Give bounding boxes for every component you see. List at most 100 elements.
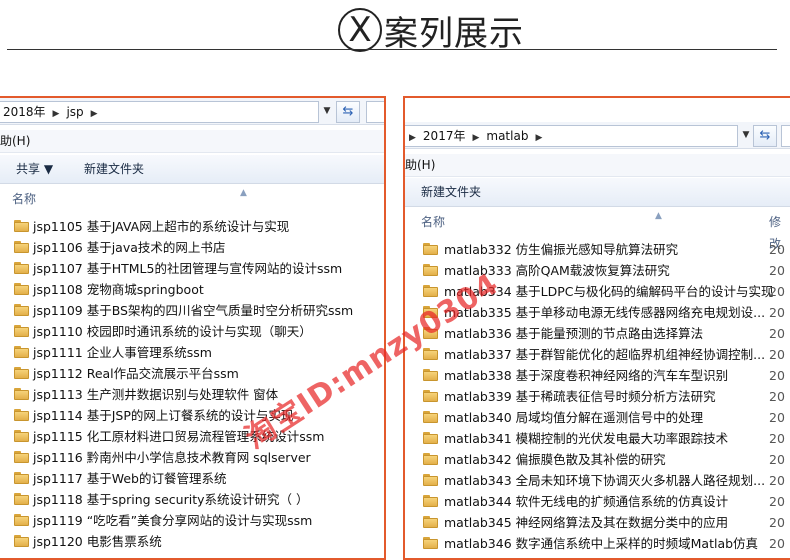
list-item[interactable]: jsp1119 “吃吃看”美食分享网站的设计与实现ssm <box>0 510 384 531</box>
modified-date: 20 <box>769 326 785 341</box>
folder-icon <box>14 409 29 421</box>
folder-icon <box>423 411 438 423</box>
refresh-icon: ⇆ <box>759 128 771 143</box>
breadcrumb-arrow-icon[interactable]: ▶ <box>87 109 102 119</box>
folder-icon <box>14 535 29 547</box>
list-item[interactable]: matlab340 局域均值分解在遥测信号中的处理 20 <box>405 407 790 428</box>
address-bar: 2018年 ▶ jsp ▶ ▼ ⇆ <box>0 98 384 125</box>
modified-date: 20 <box>769 347 785 362</box>
folder-icon <box>14 241 29 253</box>
folder-icon <box>14 262 29 274</box>
folder-name: jsp1107 基于HTML5的社团管理与宣传网站的设计ssm <box>33 261 343 276</box>
new-folder-button[interactable]: 新建文件夹 <box>421 178 481 206</box>
list-item[interactable]: jsp1107 基于HTML5的社团管理与宣传网站的设计ssm <box>0 258 384 279</box>
list-item[interactable]: matlab338 基于深度卷积神经网络的汽车车型识别 20 <box>405 365 790 386</box>
list-item[interactable]: matlab339 基于稀疏表征信号时频分析方法研究 20 <box>405 386 790 407</box>
list-item[interactable]: matlab341 模糊控制的光伏发电最大功率跟踪技术 20 <box>405 428 790 449</box>
folder-icon <box>14 283 29 295</box>
address-path[interactable]: ▶ 2017年 ▶ matlab ▶ <box>405 125 738 147</box>
list-item[interactable]: matlab344 软件无线电的扩频通信系统的仿真设计 20 <box>405 491 790 512</box>
breadcrumb-year[interactable]: 2018年 <box>0 105 49 119</box>
folder-icon <box>14 451 29 463</box>
column-name-header[interactable]: 名称 <box>12 188 36 210</box>
address-path[interactable]: 2018年 ▶ jsp ▶ <box>0 101 319 123</box>
list-item[interactable]: matlab345 神经网络算法及其在数据分类中的应用 20 <box>405 512 790 533</box>
modified-date: 20 <box>769 305 785 320</box>
folder-name: jsp1112 Real作品交流展示平台ssm <box>33 366 239 381</box>
refresh-button[interactable]: ⇆ <box>753 125 777 147</box>
list-item[interactable]: matlab337 基于群智能优化的超临界机组神经协调控制... 20 <box>405 344 790 365</box>
breadcrumb-arrow-icon[interactable]: ▶ <box>49 109 64 119</box>
folder-icon <box>423 537 438 549</box>
list-item[interactable]: jsp1105 基于JAVA网上超市的系统设计与实现 <box>0 216 384 237</box>
folder-icon <box>423 495 438 507</box>
modified-date: 20 <box>769 368 785 383</box>
folder-name: jsp1106 基于java技术的网上书店 <box>33 240 226 255</box>
folder-icon <box>423 432 438 444</box>
list-item[interactable]: jsp1109 基于BS架构的四川省空气质量时空分析研究ssm <box>0 300 384 321</box>
menu-help[interactable]: 助(H) <box>405 158 435 172</box>
list-item[interactable]: jsp1110 校园即时通讯系统的设计与实现（聊天） <box>0 321 384 342</box>
folder-name: matlab339 基于稀疏表征信号时频分析方法研究 <box>444 389 716 404</box>
list-item[interactable]: matlab336 基于能量预测的节点路由选择算法 20 <box>405 323 790 344</box>
section-title: 案列展示 <box>384 14 524 54</box>
command-toolbar: 共享 ▼ 新建文件夹 <box>0 155 384 184</box>
folder-icon <box>14 367 29 379</box>
folder-icon <box>14 514 29 526</box>
folder-icon <box>423 453 438 465</box>
folder-icon <box>423 243 438 255</box>
folder-name: jsp1110 校园即时通讯系统的设计与实现（聊天） <box>33 324 312 339</box>
breadcrumb-year[interactable]: 2017年 <box>420 129 469 143</box>
folder-icon <box>14 388 29 400</box>
list-item[interactable]: jsp1108 宠物商城springboot <box>0 279 384 300</box>
folder-icon <box>14 325 29 337</box>
folder-icon <box>423 516 438 528</box>
list-item[interactable]: jsp1118 基于spring security系统设计研究（ ） <box>0 489 384 510</box>
breadcrumb-arrow-icon[interactable]: ▶ <box>468 133 483 143</box>
address-dropdown-icon[interactable]: ▼ <box>739 125 753 145</box>
modified-date: 20 <box>769 263 785 278</box>
folder-icon <box>423 369 438 381</box>
list-item[interactable]: jsp1117 基于Web的订餐管理系统 <box>0 468 384 489</box>
search-input[interactable] <box>781 125 790 147</box>
search-input[interactable] <box>366 101 384 123</box>
breadcrumb-folder[interactable]: matlab <box>483 129 531 143</box>
column-header-row: ▲ 名称 修改 <box>405 211 790 251</box>
list-item[interactable]: matlab343 全局未知环境下协调灭火多机器人路径规划... 20 <box>405 470 790 491</box>
address-dropdown-icon[interactable]: ▼ <box>320 101 334 121</box>
modified-date: 20 <box>769 389 785 404</box>
menu-help[interactable]: 助(H) <box>0 134 30 148</box>
breadcrumb-arrow-icon[interactable]: ▶ <box>531 133 546 143</box>
list-item[interactable]: matlab346 数字通信系统中上采样的时频域Matlab仿真 20 <box>405 533 790 554</box>
folder-icon <box>14 493 29 505</box>
modified-date: 20 <box>769 284 785 299</box>
list-item[interactable]: matlab332 仿生偏振光感知导航算法研究 20 <box>405 239 790 260</box>
sort-ascending-icon: ▲ <box>240 188 247 198</box>
list-item[interactable]: jsp1116 黔南州中小学信息技术教育网 sqlserver <box>0 447 384 468</box>
list-item[interactable]: jsp1115 化工原材料进口贸易流程管理系统设计ssm <box>0 426 384 447</box>
list-item[interactable]: matlab342 偏振膜色散及其补偿的研究 20 <box>405 449 790 470</box>
folder-name: jsp1111 企业人事管理系统ssm <box>33 345 212 360</box>
modified-date: 20 <box>769 473 785 488</box>
modified-date: 20 <box>769 431 785 446</box>
folder-name: matlab346 数字通信系统中上采样的时频域Matlab仿真 <box>444 536 759 551</box>
breadcrumb-arrow-icon[interactable]: ▶ <box>405 133 420 143</box>
command-toolbar: 新建文件夹 <box>405 178 790 207</box>
folder-name: matlab345 神经网络算法及其在数据分类中的应用 <box>444 515 729 530</box>
share-button[interactable]: 共享 ▼ <box>16 155 53 183</box>
new-folder-button[interactable]: 新建文件夹 <box>84 155 144 183</box>
address-bar: ▶ 2017年 ▶ matlab ▶ ▼ ⇆ <box>405 122 790 149</box>
menu-bar: 助(H) <box>0 130 384 153</box>
folder-name: jsp1119 “吃吃看”美食分享网站的设计与实现ssm <box>33 513 313 528</box>
folder-name: matlab340 局域均值分解在遥测信号中的处理 <box>444 410 704 425</box>
header-circle-letter: X <box>348 10 372 50</box>
breadcrumb-folder[interactable]: jsp <box>63 105 86 119</box>
folder-name: jsp1108 宠物商城springboot <box>33 282 204 297</box>
refresh-button[interactable]: ⇆ <box>336 101 360 123</box>
modified-date: 20 <box>769 410 785 425</box>
folder-icon <box>14 472 29 484</box>
modified-date: 20 <box>769 515 785 530</box>
column-name-header[interactable]: 名称 <box>421 211 445 233</box>
modified-date: 20 <box>769 494 785 509</box>
list-item[interactable]: jsp1106 基于java技术的网上书店 <box>0 237 384 258</box>
